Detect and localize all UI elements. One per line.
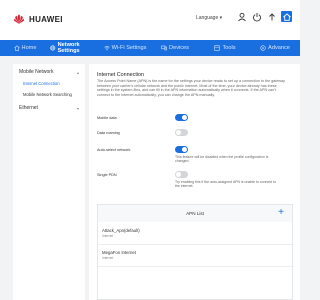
nav-label: Tools — [222, 45, 236, 51]
toggle-knob — [182, 147, 187, 152]
nav-label: Devices — [169, 45, 189, 51]
chevron-down-icon: ▾ — [219, 15, 223, 21]
toggle-knob — [176, 130, 181, 135]
add-apn-button[interactable]: + — [278, 206, 284, 220]
sidebar-item-internet-connection[interactable]: Internet Connection — [13, 78, 85, 89]
auto-select-network-note: This feature will be disabled when the p… — [175, 155, 269, 164]
nav-tools[interactable]: Tools — [200, 40, 250, 56]
sidebar-group-label: Mobile Network — [19, 69, 54, 75]
data-roaming-toggle[interactable] — [175, 129, 188, 136]
nav-home[interactable]: Home — [0, 40, 50, 56]
nav-advance[interactable]: Advance — [250, 40, 300, 56]
apn-list: APN List + Attack_Apn(default) Internet … — [97, 204, 294, 300]
toggle-knob — [182, 115, 187, 120]
sidebar-item-mobile-network-searching[interactable]: Mobile Network Searching — [13, 89, 85, 100]
apn-type: Internet — [102, 234, 114, 238]
main-nav: Home Network Settings Wi-Fi Settings Dev… — [0, 40, 300, 56]
brand-name: HUAWEI — [29, 14, 63, 24]
auto-select-network-toggle[interactable] — [175, 146, 188, 153]
divider — [98, 244, 294, 245]
top-bar: HUAWEI Language ▾ — [0, 0, 300, 40]
plus-icon: + — [278, 207, 284, 218]
logout-icon[interactable] — [251, 11, 262, 22]
tools-icon — [214, 45, 221, 51]
header-actions — [236, 11, 292, 22]
apn-list-item[interactable]: MegaFon Internet Internet — [102, 250, 290, 260]
language-selector[interactable]: Language ▾ — [196, 15, 222, 21]
mobile-data-toggle[interactable] — [175, 114, 188, 121]
mobile-data-label: Mobile data — [97, 116, 117, 120]
nav-wifi-settings[interactable]: Wi-Fi Settings — [100, 40, 150, 56]
nav-label: Home — [21, 45, 37, 51]
toggle-knob — [176, 172, 181, 177]
nav-devices[interactable]: Devices — [150, 40, 200, 56]
page-title: Internet Connection — [97, 72, 145, 78]
data-roaming-label: Data roaming — [97, 131, 120, 135]
nav-label: Advance — [268, 45, 290, 51]
page-description: The Access Point Name (APN) is the name … — [97, 79, 285, 97]
nav-label: Wi-Fi Settings — [111, 45, 147, 51]
single-pdn-note: Try enabling this if the auto-assigned A… — [175, 180, 277, 189]
sidebar-group-label: Ethernet — [19, 105, 38, 111]
user-icon[interactable] — [236, 11, 247, 22]
apn-list-item[interactable]: Attack_Apn(default) Internet — [102, 228, 290, 238]
apn-list-header: APN List + — [98, 205, 292, 222]
apn-name: Attack_Apn(default) — [102, 228, 140, 233]
advance-icon — [260, 45, 266, 51]
chevron-up-icon: ▴ — [76, 69, 79, 75]
apn-name: MegaFon Internet — [102, 250, 136, 255]
single-pdn-label: Single PDN — [97, 173, 117, 177]
single-pdn-toggle[interactable] — [175, 171, 188, 178]
nav-label: Network Settings — [57, 42, 80, 54]
devices-icon — [161, 45, 167, 51]
apn-type: Internet — [102, 256, 114, 260]
sidebar: Mobile Network ▴ Internet Connection Mob… — [13, 64, 85, 300]
divider — [98, 266, 294, 267]
sidebar-group-ethernet[interactable]: Ethernet ▾ — [13, 100, 85, 114]
apn-list-title: APN List — [186, 211, 204, 216]
auto-select-network-label: Auto-select network — [97, 148, 131, 152]
globe-icon — [50, 45, 56, 51]
content-panel: Internet Connection The Access Point Nam… — [89, 64, 300, 300]
upload-icon[interactable] — [266, 11, 277, 22]
chevron-down-icon: ▾ — [76, 105, 79, 111]
brand-logo[interactable]: HUAWEI — [13, 13, 63, 25]
sidebar-group-mobile-network[interactable]: Mobile Network ▴ — [13, 64, 85, 78]
wifi-icon — [104, 46, 110, 51]
home-icon — [13, 45, 20, 51]
home-icon[interactable] — [281, 11, 292, 22]
huawei-logo-icon — [13, 14, 25, 24]
language-label: Language — [196, 15, 219, 21]
nav-network-settings[interactable]: Network Settings — [50, 40, 100, 56]
